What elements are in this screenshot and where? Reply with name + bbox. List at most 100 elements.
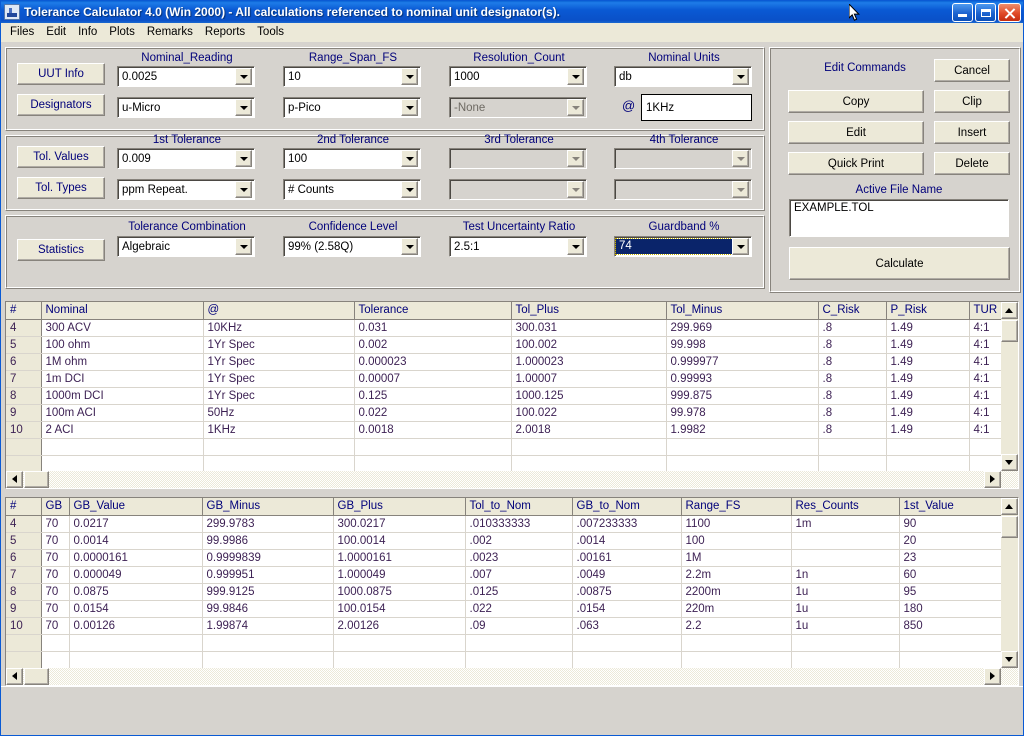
table-cell[interactable]: 2.2m: [681, 566, 792, 584]
table-cell[interactable]: 0.000023: [354, 353, 512, 371]
vertical-scrollbar[interactable]: [1001, 302, 1018, 488]
column-header[interactable]: Tol_to_Nom: [465, 498, 573, 516]
table-cell[interactable]: .022: [465, 600, 573, 618]
table-row[interactable]: 10 2 ACI 1KHz 0.0018 2.0018 1.9982.8 1.49 4:1: [6, 421, 1008, 439]
designators-button[interactable]: Designators: [17, 94, 105, 116]
table-cell[interactable]: 1n: [791, 566, 900, 584]
table-cell[interactable]: .0014: [572, 532, 682, 550]
scroll-down-button[interactable]: [1001, 651, 1018, 668]
table-cell[interactable]: .00161: [572, 549, 682, 567]
table-cell[interactable]: 70: [41, 515, 70, 533]
table-cell[interactable]: 2.0018: [511, 421, 667, 439]
table-cell[interactable]: .8: [818, 404, 887, 422]
column-header[interactable]: Tolerance: [354, 302, 512, 320]
chevron-down-icon[interactable]: [401, 150, 418, 167]
table-cell[interactable]: 1.9982: [666, 421, 819, 439]
column-header[interactable]: Tol_Minus: [666, 302, 819, 320]
table-cell[interactable]: 0.031: [354, 319, 512, 337]
table-cell[interactable]: 70: [41, 549, 70, 567]
row-header-cell[interactable]: 4: [6, 319, 42, 337]
chevron-down-icon[interactable]: [401, 238, 418, 255]
table-cell[interactable]: 1Yr Spec: [203, 353, 355, 371]
table-cell[interactable]: 1Yr Spec: [203, 336, 355, 354]
table-cell[interactable]: .002: [465, 532, 573, 550]
table-row[interactable]: 6 1M ohm 1Yr Spec 0.000023 1.000023 0.999977.…: [6, 353, 1008, 371]
table-cell[interactable]: .0154: [572, 600, 682, 618]
chevron-down-icon[interactable]: [732, 181, 749, 198]
table-cell[interactable]: .8: [818, 353, 887, 371]
table-cell[interactable]: 1u: [791, 600, 900, 618]
range-span-fs-unit-combo[interactable]: p-Pico: [283, 97, 421, 118]
table-cell[interactable]: [202, 651, 334, 669]
close-button[interactable]: [998, 2, 1021, 22]
table-cell[interactable]: .8: [818, 421, 887, 439]
chevron-down-icon[interactable]: [235, 238, 252, 255]
table-cell[interactable]: [202, 634, 334, 652]
tolerance-4-type-combo[interactable]: [614, 179, 752, 200]
row-header-cell[interactable]: 10: [6, 617, 42, 635]
table-cell[interactable]: [203, 455, 355, 473]
table-cell[interactable]: 1M: [681, 549, 792, 567]
table-cell[interactable]: 0.0000161: [69, 549, 203, 567]
statistics-button[interactable]: Statistics: [17, 239, 105, 261]
table-cell[interactable]: 1.49: [886, 336, 970, 354]
table-cell[interactable]: [511, 455, 667, 473]
table-cell[interactable]: 2200m: [681, 583, 792, 601]
row-header-cell[interactable]: 8: [6, 583, 42, 601]
table-row[interactable]: [6, 438, 1008, 456]
tolerance-2-type-combo[interactable]: # Counts: [283, 179, 421, 200]
table-cell[interactable]: 70: [41, 600, 70, 618]
table-cell[interactable]: 1.49: [886, 404, 970, 422]
table-row[interactable]: [6, 455, 1008, 473]
nominal-units-combo[interactable]: db: [614, 66, 752, 87]
table-row[interactable]: 9 70 0.0154 99.9846 100.0154.022.0154 220m 1u 1…: [6, 600, 1008, 618]
scroll-up-button[interactable]: [1001, 498, 1018, 515]
resolution-count-unit-combo[interactable]: -None: [449, 97, 587, 118]
scroll-left-button[interactable]: [6, 668, 23, 685]
column-header[interactable]: Res_Counts: [791, 498, 900, 516]
cancel-button[interactable]: Cancel: [934, 59, 1010, 82]
horizontal-scrollbar[interactable]: [6, 668, 1018, 685]
column-header[interactable]: 1st_Value: [899, 498, 1008, 516]
table-cell[interactable]: 0.99993: [666, 370, 819, 388]
table-cell[interactable]: [886, 455, 970, 473]
chevron-down-icon[interactable]: [235, 99, 252, 116]
chevron-down-icon[interactable]: [401, 181, 418, 198]
table-cell[interactable]: [333, 651, 466, 669]
menu-item-remarks[interactable]: Remarks: [141, 24, 199, 41]
row-header-cell[interactable]: 8: [6, 387, 42, 405]
insert-button[interactable]: Insert: [934, 121, 1010, 144]
chevron-down-icon[interactable]: [567, 150, 584, 167]
table-row[interactable]: 6 70 0.0000161 0.9999839 1.0000161.0023.0016…: [6, 549, 1008, 567]
active-file-name-field[interactable]: EXAMPLE.TOL: [789, 199, 1009, 237]
column-header[interactable]: P_Risk: [886, 302, 970, 320]
table-cell[interactable]: 1Yr Spec: [203, 387, 355, 405]
guardband-percent-combo[interactable]: 74: [614, 236, 752, 257]
table-cell[interactable]: 95: [899, 583, 1008, 601]
table-cell[interactable]: .007: [465, 566, 573, 584]
row-header-cell[interactable]: [6, 651, 42, 669]
column-header[interactable]: GB_to_Nom: [572, 498, 682, 516]
table-cell[interactable]: 1.49: [886, 319, 970, 337]
table-row[interactable]: 10 70 0.00126 1.99874 2.00126.09.063 2.2 1u 850: [6, 617, 1008, 635]
table-cell[interactable]: 1M ohm: [41, 353, 204, 371]
table-cell[interactable]: 50Hz: [203, 404, 355, 422]
table-cell[interactable]: 0.0018: [354, 421, 512, 439]
table-cell[interactable]: 0.0014: [69, 532, 203, 550]
table-cell[interactable]: 2.2: [681, 617, 792, 635]
table-row[interactable]: 7 1m DCI 1Yr Spec 0.00007 1.00007 0.99993.8 1.…: [6, 370, 1008, 388]
chevron-down-icon[interactable]: [567, 181, 584, 198]
table-cell[interactable]: .8: [818, 370, 887, 388]
column-header[interactable]: GB_Minus: [202, 498, 334, 516]
table-cell[interactable]: 220m: [681, 600, 792, 618]
chevron-down-icon[interactable]: [235, 150, 252, 167]
table-row[interactable]: 7 70 0.000049 0.999951 1.000049.007.0049 2.2m…: [6, 566, 1008, 584]
table-cell[interactable]: 99.9986: [202, 532, 334, 550]
table-row[interactable]: [6, 651, 1008, 669]
table-cell[interactable]: 100.0154: [333, 600, 466, 618]
table-cell[interactable]: 99.9846: [202, 600, 334, 618]
table-row[interactable]: 8 70 0.0875 999.9125 1000.0875.0125.00875 220…: [6, 583, 1008, 601]
table-cell[interactable]: [465, 634, 573, 652]
scroll-up-button[interactable]: [1001, 302, 1018, 319]
table-cell[interactable]: [899, 634, 1008, 652]
